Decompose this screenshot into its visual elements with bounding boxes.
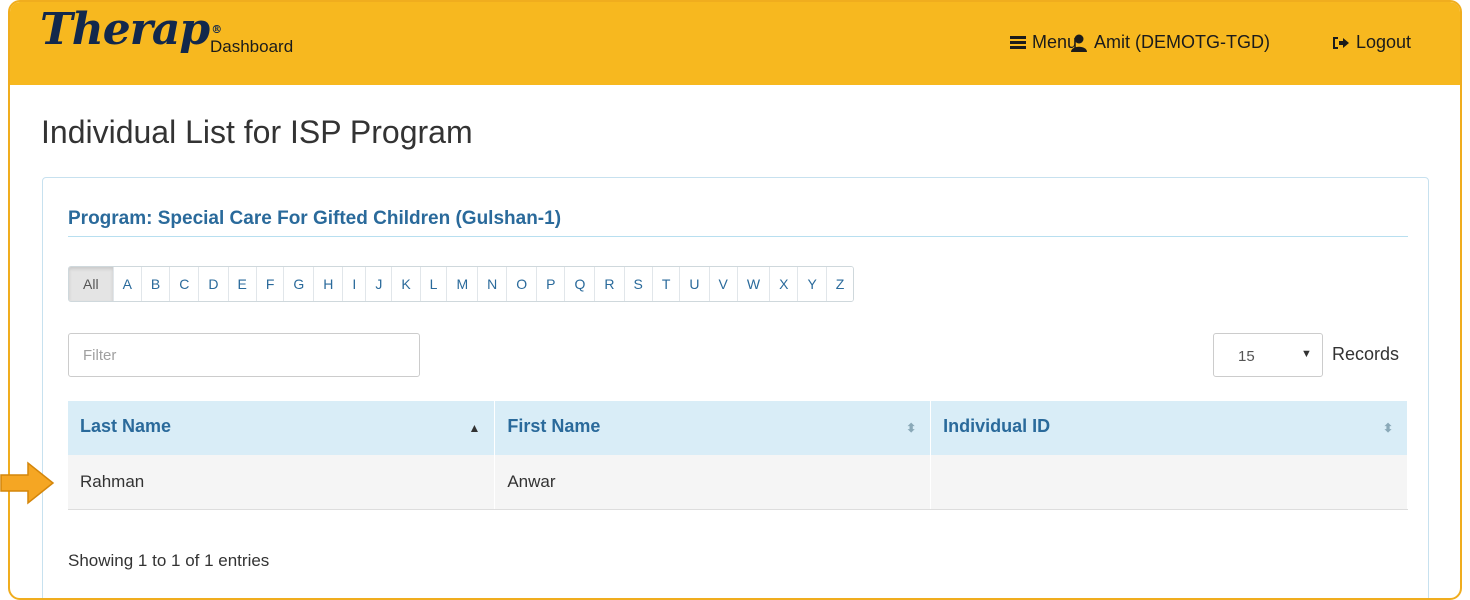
alphabet-letter-e[interactable]: E [228, 267, 257, 301]
pointer-arrow-icon [0, 461, 55, 505]
alphabet-all-button[interactable]: All [69, 267, 114, 301]
logout-button[interactable]: Logout [1332, 32, 1411, 53]
menu-bars-icon [1010, 36, 1026, 49]
menu-button[interactable]: Menu [1010, 32, 1077, 53]
chevron-down-icon: ▼ [1301, 348, 1312, 360]
alphabet-letter-r[interactable]: R [595, 267, 625, 301]
logout-icon [1333, 36, 1349, 49]
alphabet-letter-q[interactable]: Q [565, 267, 596, 301]
alphabet-filter-bar: All A B C D E F G H I J K L M N O P Q R S T U V W X Y Z [68, 266, 855, 302]
cell-last-name[interactable]: Rahman [68, 455, 496, 510]
column-header-first-name[interactable]: First Name ⬍ [494, 401, 932, 455]
registered-mark: ® [211, 23, 222, 36]
cell-individual-id [930, 455, 1408, 510]
alphabet-letter-j[interactable]: J [366, 267, 393, 301]
alphabet-letter-f[interactable]: F [256, 267, 285, 301]
column-header-last-name[interactable]: Last Name ▲ [68, 401, 496, 455]
therap-logo[interactable]: Therap ® [40, 8, 222, 52]
alphabet-letter-y[interactable]: Y [798, 267, 827, 301]
alphabet-letter-b[interactable]: B [141, 267, 171, 301]
page-title: Individual List for ISP Program [41, 114, 473, 150]
alphabet-letter-a[interactable]: A [113, 267, 142, 301]
logout-label: Logout [1356, 32, 1412, 52]
alphabet-letter-m[interactable]: M [447, 267, 479, 301]
alphabet-letter-h[interactable]: H [314, 267, 344, 301]
program-divider [68, 236, 1408, 237]
alphabet-letter-c[interactable]: C [170, 267, 200, 301]
alphabet-letter-u[interactable]: U [680, 267, 710, 301]
program-panel: Program: Special Care For Gifted Childre… [42, 177, 1429, 598]
alphabet-letter-i[interactable]: I [343, 267, 367, 301]
alphabet-letter-t[interactable]: T [652, 267, 681, 301]
sort-both-icon: ⬍ [1382, 421, 1393, 435]
alphabet-letter-k[interactable]: K [392, 267, 421, 301]
alphabet-letter-s[interactable]: S [624, 267, 653, 301]
cell-first-name: Anwar [494, 455, 932, 510]
alphabet-letter-d[interactable]: D [199, 267, 229, 301]
top-navbar: Therap ® Dashboard Menu Amit (DEMOTG-TGD)… [10, 2, 1460, 85]
user-icon [1071, 34, 1087, 52]
alphabet-letter-o[interactable]: O [507, 267, 538, 301]
column-header-individual-id[interactable]: Individual ID ⬍ [930, 401, 1408, 455]
user-label: Amit (DEMOTG-TGD) [1094, 32, 1270, 52]
alphabet-letter-l[interactable]: L [420, 267, 448, 301]
app-frame: Therap ® Dashboard Menu Amit (DEMOTG-TGD)… [8, 0, 1462, 600]
user-menu[interactable]: Amit (DEMOTG-TGD) [1070, 32, 1270, 53]
alphabet-letter-x[interactable]: X [770, 267, 799, 301]
dashboard-link[interactable]: Dashboard [210, 37, 293, 57]
table-header-row: Last Name ▲ First Name ⬍ Individual ID ⬍ [68, 401, 1408, 455]
records-label: Records [1332, 344, 1400, 364]
individual-table: Last Name ▲ First Name ⬍ Individual ID ⬍… [68, 401, 1408, 510]
sort-both-icon: ⬍ [906, 421, 917, 435]
entries-info: Showing 1 to 1 of 1 entries [68, 551, 270, 570]
records-value: 15 [1238, 348, 1255, 365]
alphabet-letter-w[interactable]: W [737, 267, 771, 301]
alphabet-letter-g[interactable]: G [284, 267, 315, 301]
sort-ascending-icon: ▲ [468, 421, 481, 435]
alphabet-letter-p[interactable]: P [537, 267, 566, 301]
alphabet-letter-n[interactable]: N [478, 267, 508, 301]
filter-input[interactable] [68, 333, 420, 377]
alphabet-letter-v[interactable]: V [709, 267, 738, 301]
program-title: Program: Special Care For Gifted Childre… [68, 208, 562, 229]
records-per-page-select[interactable]: 15 ▼ [1213, 333, 1323, 377]
alphabet-letter-z[interactable]: Z [826, 267, 854, 301]
table-row[interactable]: Rahman Anwar [68, 455, 1408, 510]
